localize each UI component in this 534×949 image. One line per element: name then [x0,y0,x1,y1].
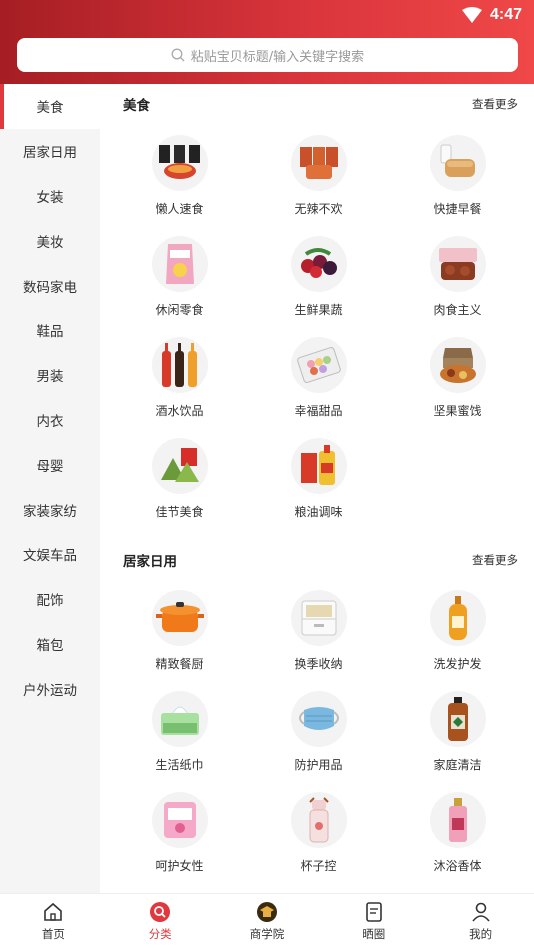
search-icon [171,48,185,62]
user-icon [471,902,490,922]
subcategory-item[interactable]: 休闲零食 [110,236,249,337]
subcategory-item[interactable]: 生活纸巾 [110,691,249,792]
sidebar-item-entertainment-car[interactable]: 文娱车品 [0,532,100,577]
sidebar-item-food[interactable]: 美食 [0,84,100,129]
meat-icon [429,236,486,292]
section-header-food: 美食 查看更多 [123,94,518,114]
spicy-snack-icon [290,135,347,191]
berries-icon [290,236,347,292]
sidebar-item-accessories[interactable]: 配饰 [0,577,100,622]
subcategory-item[interactable]: 佳节美食 [110,438,249,539]
tissue-icon [151,691,208,747]
sidebar-item-shoes[interactable]: 鞋品 [0,308,100,353]
section-header-household: 居家日用 查看更多 [123,550,518,570]
see-more-link[interactable]: 查看更多 [472,96,518,112]
bottom-tab-bar: 首页 分类 商学院 晒圈 我的 [0,893,534,949]
oil-icon [290,438,347,494]
header: 4:47 粘贴宝贝标题/输入关键字搜索 [0,0,534,84]
pot-icon [151,590,208,646]
subcategory-item[interactable]: 防护用品 [249,691,388,792]
subcategory-grid-food: 懒人速食 无辣不欢 快捷早餐 休闲零食 生鲜果蔬 肉食主义 酒水饮品 幸福甜品 … [110,135,527,539]
sidebar-item-bags[interactable]: 箱包 [0,622,100,667]
subcategory-item[interactable]: 无辣不欢 [249,135,388,236]
subcategory-item[interactable]: 换季收纳 [249,590,388,691]
nuts-icon [429,337,486,393]
see-more-link[interactable]: 查看更多 [472,552,518,568]
sidebar-item-womens-clothing[interactable]: 女装 [0,174,100,219]
subcategory-item[interactable]: 肉食主义 [388,236,527,337]
status-time: 4:47 [489,6,522,23]
category-sidebar: 美食 居家日用 女装 美妆 数码家电 鞋品 男装 内衣 母婴 家装家纺 文娱车品… [0,84,100,893]
category-content: 美食 查看更多 懒人速食 无辣不欢 快捷早餐 休闲零食 生鲜果蔬 肉食主义 酒水… [100,84,534,893]
academy-icon [256,902,277,922]
status-bar: 4:47 [461,4,522,26]
macaron-icon [290,337,347,393]
section-title: 居家日用 [123,554,177,570]
section-title: 美食 [123,98,150,114]
body-spray-icon [429,792,486,848]
subcategory-item[interactable]: 家庭清洁 [388,691,527,792]
chips-icon [151,236,208,292]
sidebar-item-outdoor[interactable]: 户外运动 [0,666,100,711]
subcategory-grid-household: 精致餐厨 换季收纳 洗发护发 生活纸巾 防护用品 家庭清洁 呵护女性 杯子控 沐… [110,590,527,893]
tab-category[interactable]: 分类 [107,894,214,949]
tab-share[interactable]: 晒圈 [320,894,427,949]
sidebar-item-makeup[interactable]: 美妆 [0,218,100,263]
shampoo-icon [429,590,486,646]
subcategory-item[interactable]: 杯子控 [249,792,388,893]
sidebar-item-household[interactable]: 居家日用 [0,129,100,174]
sidebar-item-baby[interactable]: 母婴 [0,442,100,487]
search-placeholder: 粘贴宝贝标题/输入关键字搜索 [190,49,365,65]
sidebar-item-mens-clothing[interactable]: 男装 [0,353,100,398]
home-icon [44,902,63,921]
sidebar-item-home-textile[interactable]: 家装家纺 [0,487,100,532]
sanitary-pad-icon [151,792,208,848]
subcategory-item[interactable]: 生鲜果蔬 [249,236,388,337]
tab-home[interactable]: 首页 [0,894,107,949]
bread-icon [429,135,486,191]
storage-drawer-icon [290,590,347,646]
tab-academy[interactable]: 商学院 [214,894,321,949]
share-doc-icon [365,902,382,922]
subcategory-item[interactable]: 粮油调味 [249,438,388,539]
instant-noodle-icon [151,135,208,191]
disinfectant-icon [429,691,486,747]
sidebar-item-electronics[interactable]: 数码家电 [0,263,100,308]
subcategory-item[interactable]: 快捷早餐 [388,135,527,236]
cup-icon [290,792,347,848]
wifi-icon [461,7,482,23]
tab-profile[interactable]: 我的 [427,894,534,949]
subcategory-item[interactable]: 沐浴香体 [388,792,527,893]
mask-icon [290,691,347,747]
subcategory-item[interactable]: 精致餐厨 [110,590,249,691]
subcategory-item[interactable]: 呵护女性 [110,792,249,893]
zongzi-icon [151,438,208,494]
sidebar-item-underwear[interactable]: 内衣 [0,398,100,443]
subcategory-item[interactable]: 懒人速食 [110,135,249,236]
bottles-icon [151,337,208,393]
subcategory-item[interactable]: 洗发护发 [388,590,527,691]
subcategory-item[interactable]: 坚果蜜饯 [388,337,527,438]
search-input[interactable]: 粘贴宝贝标题/输入关键字搜索 [17,38,518,72]
subcategory-item[interactable]: 幸福甜品 [249,337,388,438]
subcategory-item[interactable]: 酒水饮品 [110,337,249,438]
category-search-icon [150,902,171,922]
